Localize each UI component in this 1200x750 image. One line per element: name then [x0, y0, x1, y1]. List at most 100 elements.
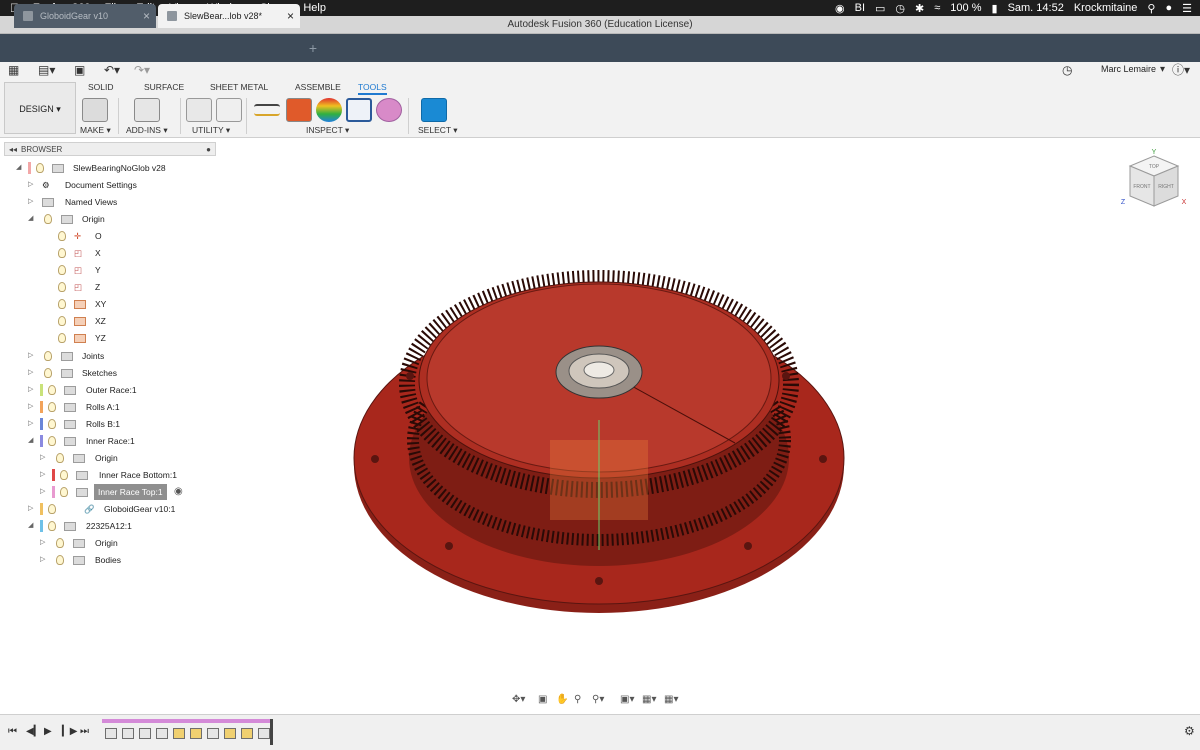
timeline-feature[interactable]	[156, 728, 168, 739]
bluetooth-icon[interactable]: ✱	[915, 2, 924, 15]
timeline-marker[interactable]	[270, 719, 273, 745]
visibility-bulb-icon[interactable]	[58, 333, 66, 343]
timeline-feature[interactable]	[173, 728, 185, 739]
doc-tab-slewbearing[interactable]: SlewBear...lob v28* ×	[158, 4, 300, 28]
undo-icon[interactable]: ↶▾	[104, 63, 120, 77]
spotlight-icon[interactable]: ⚲	[1147, 2, 1155, 15]
visibility-bulb-icon[interactable]	[56, 555, 64, 565]
visibility-bulb-icon[interactable]	[48, 419, 56, 429]
time-machine-icon[interactable]: ◷	[895, 2, 905, 15]
collapsed-arrow-icon[interactable]: ▷	[40, 535, 48, 551]
battery-icon[interactable]: ▮	[992, 2, 998, 15]
group-make[interactable]: MAKE ▾	[80, 125, 111, 136]
browser-options-icon[interactable]: ●	[206, 143, 211, 156]
expanded-arrow-icon[interactable]: ◢	[28, 211, 36, 227]
tab-tools[interactable]: TOOLS	[358, 82, 387, 95]
change-parameters-icon[interactable]	[186, 98, 212, 122]
look-at-icon[interactable]: ▣	[538, 694, 547, 705]
save-icon[interactable]: ▣	[74, 63, 85, 77]
collapsed-arrow-icon[interactable]: ▷	[28, 382, 36, 398]
visibility-bulb-icon[interactable]	[60, 470, 68, 480]
visibility-bulb-icon[interactable]	[58, 282, 66, 292]
measure-icon[interactable]	[254, 104, 280, 116]
data-panel-grid-icon[interactable]: ▦	[8, 63, 19, 77]
zebra-analysis-icon[interactable]	[316, 98, 342, 122]
visibility-bulb-icon[interactable]	[44, 214, 52, 224]
go-to-end-icon[interactable]: ⏭	[80, 726, 89, 737]
interference-icon[interactable]	[286, 98, 312, 122]
collapsed-arrow-icon[interactable]: ▷	[28, 348, 36, 364]
notification-center-icon[interactable]: ☰	[1182, 2, 1192, 15]
canvas-viewport[interactable]	[220, 140, 1200, 714]
visibility-bulb-icon[interactable]	[44, 368, 52, 378]
orbit-icon[interactable]: ✥▾	[512, 694, 525, 705]
pan-icon[interactable]: ✋	[556, 694, 568, 705]
close-tab-icon[interactable]: ×	[143, 4, 150, 28]
visibility-bulb-icon[interactable]	[60, 487, 68, 497]
timeline-feature[interactable]	[241, 728, 253, 739]
tree-row-inner-race-top[interactable]: ▷ Inner Race Top:1 ◉	[40, 484, 190, 500]
visibility-bulb-icon[interactable]	[48, 504, 56, 514]
activate-radio-icon[interactable]: ◉	[174, 484, 183, 500]
collapsed-arrow-icon[interactable]: ▷	[28, 177, 36, 193]
collapsed-arrow-icon[interactable]: ▷	[40, 450, 48, 466]
slew-bearing-model[interactable]	[353, 270, 845, 613]
visibility-bulb-icon[interactable]	[58, 316, 66, 326]
timeline-feature[interactable]	[207, 728, 219, 739]
grid-settings-icon[interactable]: ▦▾	[642, 694, 656, 705]
section-analysis-icon[interactable]	[346, 98, 372, 122]
expanded-arrow-icon[interactable]: ◢	[16, 160, 24, 176]
collapsed-arrow-icon[interactable]: ▷	[28, 194, 36, 210]
go-to-start-icon[interactable]: ⏮	[8, 726, 17, 737]
collapsed-arrow-icon[interactable]: ▷	[40, 484, 48, 500]
browser-header[interactable]: ◂◂ BROWSER ●	[4, 142, 216, 156]
fit-icon[interactable]: ⚲▾	[592, 694, 604, 705]
user-name[interactable]: Krockmitaine	[1074, 2, 1138, 14]
doc-tab-globoidgear[interactable]: GloboidGear v10 ×	[14, 4, 156, 28]
group-inspect[interactable]: INSPECT ▾	[306, 125, 349, 136]
expanded-arrow-icon[interactable]: ◢	[28, 518, 36, 534]
creative-cloud-icon[interactable]: ◉	[835, 2, 845, 15]
collapsed-arrow-icon[interactable]: ▷	[28, 416, 36, 432]
tab-assemble[interactable]: ASSEMBLE	[295, 82, 341, 92]
user-dropdown-icon[interactable]: ▾	[1160, 63, 1165, 77]
display-settings-icon[interactable]: ▣▾	[620, 694, 634, 705]
group-utility[interactable]: UTILITY ▾	[192, 125, 230, 136]
visibility-bulb-icon[interactable]	[44, 351, 52, 361]
group-add-ins[interactable]: ADD-INS ▾	[126, 125, 168, 136]
menu-help[interactable]: Help	[303, 0, 326, 16]
redo-icon[interactable]: ↷▾	[134, 63, 150, 77]
new-tab-button[interactable]: +	[304, 38, 322, 58]
tab-surface[interactable]: SURFACE	[144, 82, 184, 92]
timeline-feature[interactable]	[224, 728, 236, 739]
play-icon[interactable]: ▶	[44, 726, 52, 737]
visibility-bulb-icon[interactable]	[36, 163, 44, 173]
visibility-bulb-icon[interactable]	[58, 299, 66, 309]
timeline-feature[interactable]	[122, 728, 134, 739]
table-icon[interactable]	[216, 98, 242, 122]
visibility-bulb-icon[interactable]	[58, 265, 66, 275]
workspace-switcher[interactable]: DESIGN ▾	[4, 82, 76, 134]
step-back-icon[interactable]: ◀▎	[26, 726, 41, 737]
tab-solid[interactable]: SOLID	[88, 82, 114, 92]
visibility-bulb-icon[interactable]	[48, 521, 56, 531]
user-account-menu[interactable]: Marc Lemaire	[1101, 64, 1156, 74]
airplay-icon[interactable]: ▭	[875, 2, 885, 15]
step-forward-icon[interactable]: ▎▶	[62, 726, 77, 737]
wifi-icon[interactable]: ≈	[934, 2, 940, 14]
center-of-mass-icon[interactable]	[376, 98, 402, 122]
visibility-bulb-icon[interactable]	[58, 231, 66, 241]
job-status-clock-icon[interactable]: ◷	[1062, 63, 1072, 77]
zoom-icon[interactable]: ⚲	[574, 694, 581, 705]
collapsed-arrow-icon[interactable]: ▷	[40, 552, 48, 568]
visibility-bulb-icon[interactable]	[56, 538, 64, 548]
timeline-feature[interactable]	[190, 728, 202, 739]
expanded-arrow-icon[interactable]: ◢	[28, 433, 36, 449]
visibility-bulb-icon[interactable]	[48, 402, 56, 412]
viewcube[interactable]: TOP FRONT RIGHT Y X Z	[1118, 148, 1190, 214]
collapsed-arrow-icon[interactable]: ▷	[40, 467, 48, 483]
tab-sheet-metal[interactable]: SHEET METAL	[210, 82, 268, 92]
clock[interactable]: Sam. 14:52	[1008, 2, 1064, 14]
collapsed-arrow-icon[interactable]: ▷	[28, 501, 36, 517]
help-icon[interactable]: ⓘ▾	[1172, 63, 1190, 77]
